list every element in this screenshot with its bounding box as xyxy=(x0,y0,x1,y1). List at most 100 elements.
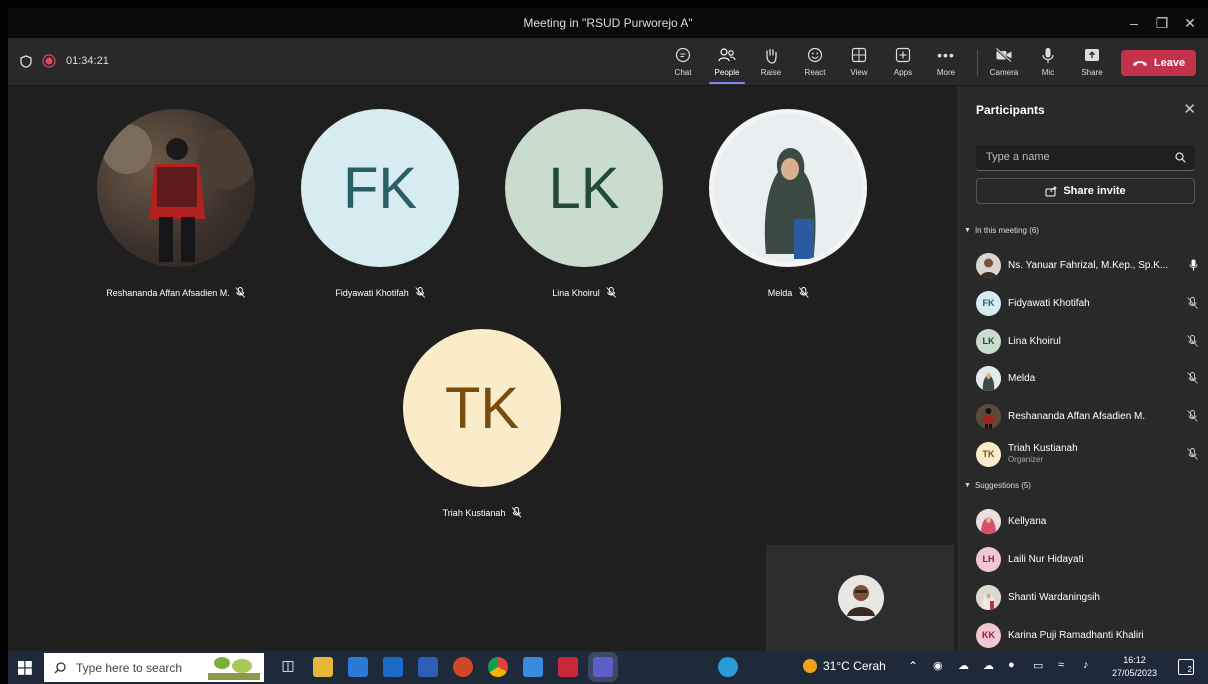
participant-initials-avatar: LK xyxy=(505,109,663,267)
search-icon xyxy=(54,661,66,673)
window-title: Meeting in "RSUD Purworejo A" xyxy=(523,16,693,30)
person-photo-icon xyxy=(976,508,1001,534)
recording-icon xyxy=(42,54,56,68)
chat-button[interactable]: Chat xyxy=(663,42,703,82)
participant-avatar: TK xyxy=(976,441,1001,467)
smiley-icon xyxy=(807,47,823,63)
wifi-icon[interactable]: ≈ xyxy=(1058,659,1064,671)
battery-icon[interactable]: ▭ xyxy=(1033,659,1043,672)
notification-center-icon[interactable]: 2 xyxy=(1178,659,1194,675)
participants-panel: Participants ✕ Type a name Share invite … xyxy=(958,86,1208,651)
volume-icon[interactable]: ♪ xyxy=(1083,659,1089,671)
weather-widget[interactable]: 31°C Cerah xyxy=(803,659,886,673)
suggestion-row[interactable]: Shanti Wardaningsih xyxy=(976,582,1198,612)
participant-avatar: LK xyxy=(976,328,1001,354)
cloud-icon[interactable]: ☁ xyxy=(983,659,994,672)
participant-name-tag: Triah Kustianah xyxy=(443,507,522,518)
participant-avatar: FK xyxy=(976,290,1001,316)
people-button[interactable]: People xyxy=(707,42,747,84)
grid-view-icon xyxy=(851,47,867,63)
meeting-timer: 01:34:21 xyxy=(66,55,109,67)
participant-name-tag: Fidyawati Khotifah xyxy=(335,287,425,298)
hang-up-icon xyxy=(1132,61,1147,66)
powerpoint-icon[interactable] xyxy=(453,657,473,677)
onedrive-icon[interactable]: ☁ xyxy=(958,659,969,672)
suggestion-row[interactable]: KK Karina Puji Ramadhanti Khaliri xyxy=(976,620,1198,650)
teams-icon[interactable] xyxy=(593,657,613,677)
snipping-tool-icon[interactable] xyxy=(523,657,543,677)
toolbar-divider xyxy=(977,50,978,76)
search-icon xyxy=(1175,152,1186,163)
panel-title: Participants xyxy=(976,103,1045,117)
mail-icon[interactable] xyxy=(383,657,403,677)
taskbar-clock[interactable]: 16:12 27/05/2023 xyxy=(1112,654,1157,680)
share-button[interactable]: Share xyxy=(1072,42,1112,82)
mic-off-icon xyxy=(414,287,425,298)
leave-button[interactable]: Leave xyxy=(1121,50,1196,76)
participant-row[interactable]: Melda xyxy=(976,363,1198,393)
view-button[interactable]: View xyxy=(839,42,879,82)
camera-button[interactable]: Camera xyxy=(984,42,1024,82)
participant-row[interactable]: Ns. Yanuar Fahrizal, M.Kep., Sp.K... xyxy=(976,250,1198,280)
apps-button[interactable]: Apps xyxy=(883,42,923,82)
help-icon[interactable] xyxy=(718,657,738,677)
participant-row[interactable]: FK Fidyawati Khotifah xyxy=(976,288,1198,318)
participant-row[interactable]: Reshananda Affan Afsadien M. xyxy=(976,401,1198,431)
calendar-app-icon[interactable] xyxy=(558,657,578,677)
teams-meeting-window: Meeting in "RSUD Purworejo A" – ❐ ✕ 01:3… xyxy=(8,8,1208,651)
react-button[interactable]: React xyxy=(795,42,835,82)
close-window-icon[interactable]: ✕ xyxy=(1172,8,1208,38)
mic-off-icon xyxy=(798,287,809,298)
active-tab-indicator xyxy=(709,82,745,84)
in-meeting-section-toggle[interactable]: ▼ In this meeting (6) xyxy=(964,226,1039,235)
participant-search-input[interactable]: Type a name xyxy=(976,145,1195,171)
taskbar-search-input[interactable]: Type here to search xyxy=(44,653,264,682)
participant-row[interactable]: TK Triah Kustianah Organizer xyxy=(976,439,1198,469)
participant-avatar: LH xyxy=(976,546,1001,572)
people-icon xyxy=(718,48,736,62)
participant-name-tag: Melda xyxy=(768,287,809,298)
participant-photo-avatar xyxy=(97,109,255,267)
person-photo-icon xyxy=(976,365,1001,391)
microphone-icon xyxy=(1042,47,1054,63)
meeting-toolbar: 01:34:21 Chat People Raise React View Ap… xyxy=(8,38,1208,86)
suggestion-row[interactable]: Kellyana xyxy=(976,506,1198,536)
title-bar: Meeting in "RSUD Purworejo A" – ❐ ✕ xyxy=(8,8,1208,38)
windows-start-icon[interactable] xyxy=(18,661,32,675)
chrome-icon[interactable] xyxy=(488,657,508,677)
mic-on-icon xyxy=(1189,259,1198,271)
store-icon[interactable] xyxy=(348,657,368,677)
share-screen-icon xyxy=(1085,49,1099,61)
raise-hand-button[interactable]: Raise xyxy=(751,42,791,82)
participant-photo-avatar xyxy=(709,109,867,267)
share-invite-button[interactable]: Share invite xyxy=(976,178,1195,204)
tray-app-icon[interactable]: ◉ xyxy=(933,659,943,672)
self-avatar-icon xyxy=(838,575,884,621)
file-explorer-icon[interactable] xyxy=(313,657,333,677)
mic-off-icon xyxy=(235,287,246,298)
weather-sun-icon xyxy=(803,659,817,673)
suggestion-row[interactable]: LH Laili Nur Hidayati xyxy=(976,544,1198,574)
suggestions-section-toggle[interactable]: ▼ Suggestions (5) xyxy=(964,481,1031,490)
participant-initials-avatar: TK xyxy=(403,329,561,487)
participant-avatar xyxy=(976,365,1001,391)
caret-down-icon: ▼ xyxy=(964,482,971,489)
mic-tray-icon[interactable]: ● xyxy=(1008,659,1015,671)
participant-row[interactable]: LK Lina Khoirul xyxy=(976,326,1198,356)
close-panel-icon[interactable]: ✕ xyxy=(1183,100,1196,118)
participant-avatar xyxy=(976,584,1001,610)
mic-off-icon xyxy=(1187,448,1198,460)
mic-off-icon xyxy=(1187,335,1198,347)
participant-avatar xyxy=(976,403,1001,429)
task-view-icon[interactable]: ◫ xyxy=(278,657,298,677)
mic-off-icon xyxy=(511,507,522,518)
search-highlight-icon xyxy=(208,657,260,680)
self-video-preview[interactable] xyxy=(766,545,954,651)
tray-chevron-icon[interactable]: ⌃ xyxy=(908,659,918,673)
person-photo-icon xyxy=(714,114,862,262)
mic-button[interactable]: Mic xyxy=(1028,42,1068,82)
word-icon[interactable] xyxy=(418,657,438,677)
person-photo-icon xyxy=(976,252,1001,278)
participant-initials-avatar: FK xyxy=(301,109,459,267)
more-button[interactable]: ••• More xyxy=(926,42,966,82)
